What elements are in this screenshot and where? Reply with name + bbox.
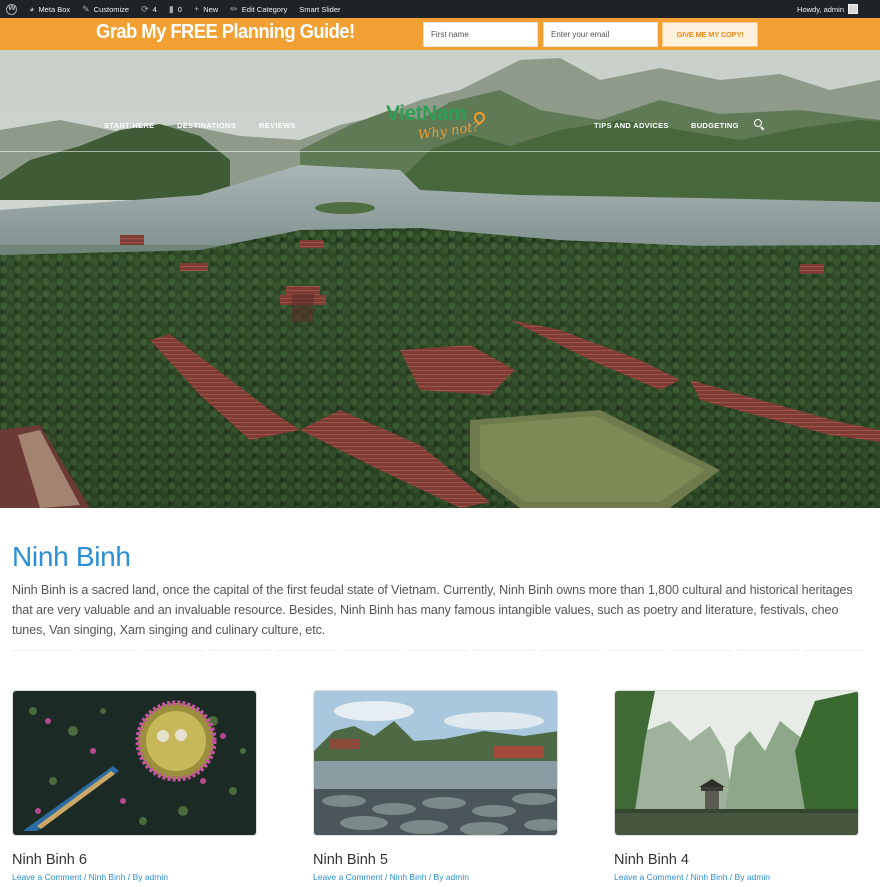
mountain-pagoda-image <box>615 691 858 835</box>
optin-bar: Grab My FREE Planning Guide! GIVE ME MY … <box>0 18 880 50</box>
nav-tips-and-advices[interactable]: TIPS AND ADVICES <box>594 121 669 130</box>
site-name-menu[interactable]: ◕ Meta Box <box>23 0 76 18</box>
smart-slider-label: Smart Slider <box>299 4 341 14</box>
category-title: Ninh Binh <box>12 541 131 572</box>
customize-link[interactable]: ✎ Customize <box>76 0 135 18</box>
comments-count: 0 <box>177 4 182 14</box>
category-link[interactable]: Ninh Binh <box>691 872 728 882</box>
nav-start-here[interactable]: START HERE <box>104 121 154 130</box>
category-link[interactable]: Ninh Binh <box>390 872 427 882</box>
optin-title: Grab My FREE Planning Guide! <box>96 21 355 43</box>
plus-icon: + <box>193 3 200 14</box>
boats-river-image <box>314 691 557 835</box>
hero-image: START HERE DESTINATIONS REVIEWS TIPS AND… <box>0 50 880 508</box>
edit-category-label: Edit Category <box>241 4 288 14</box>
howdy-label: Howdy, admin <box>797 4 844 14</box>
category-description: Ninh Binh is a sacred land, once the cap… <box>12 583 853 637</box>
post-title[interactable]: Ninh Binh 4 <box>614 852 859 868</box>
customize-label: Customize <box>93 4 130 14</box>
category-link[interactable]: Ninh Binh <box>89 872 126 882</box>
edit-category-link[interactable]: ✏ Edit Category <box>224 0 293 18</box>
new-label: New <box>203 4 219 14</box>
post-thumbnail[interactable] <box>614 690 859 836</box>
wp-admin-bar: ◕ Meta Box ✎ Customize ⟳ 4 ▮ 0 + New ✏ E… <box>0 0 880 18</box>
post-thumbnail[interactable] <box>12 690 257 836</box>
author-link[interactable]: admin <box>747 872 770 882</box>
updates-icon: ⟳ <box>141 3 149 14</box>
comment-icon: ▮ <box>168 3 174 14</box>
by-label: By <box>734 872 745 882</box>
leave-comment-link[interactable]: Leave a Comment <box>313 872 382 882</box>
site-name-label: Meta Box <box>38 4 71 14</box>
avatar <box>848 4 858 14</box>
author-link[interactable]: admin <box>145 872 168 882</box>
nav-destinations[interactable]: DESTINATIONS <box>177 121 236 130</box>
post-card: Ninh Binh 6 Leave a Comment / Ninh Binh … <box>12 690 257 882</box>
comments-link[interactable]: ▮ 0 <box>163 0 188 18</box>
by-label: By <box>132 872 143 882</box>
get-copy-button[interactable]: GIVE ME MY COPY! <box>662 22 758 47</box>
wp-logo-menu[interactable] <box>0 0 23 18</box>
post-meta: Leave a Comment / Ninh Binh / By admin <box>313 872 469 882</box>
nav-reviews[interactable]: REVIEWS <box>259 121 296 130</box>
updates-link[interactable]: ⟳ 4 <box>135 0 163 18</box>
post-meta: Leave a Comment / Ninh Binh / By admin <box>614 872 770 882</box>
updates-count: 4 <box>152 4 157 14</box>
smart-slider-menu[interactable]: Smart Slider <box>293 0 346 18</box>
by-label: By <box>433 872 444 882</box>
nav-budgeting[interactable]: BUDGETING <box>691 121 739 130</box>
new-content-menu[interactable]: + New <box>188 0 224 18</box>
leave-comment-link[interactable]: Leave a Comment <box>614 872 683 882</box>
section-divider <box>12 650 870 651</box>
my-account-menu[interactable]: Howdy, admin <box>797 0 858 18</box>
lotus-boat-image <box>13 691 256 835</box>
post-card: Ninh Binh 4 Leave a Comment / Ninh Binh … <box>614 690 859 882</box>
brush-icon: ✎ <box>82 3 90 14</box>
wordpress-icon <box>6 3 17 15</box>
leave-comment-link[interactable]: Leave a Comment <box>12 872 81 882</box>
search-icon[interactable] <box>754 119 762 127</box>
pencil-icon: ✏ <box>230 3 238 14</box>
author-link[interactable]: admin <box>446 872 469 882</box>
dashboard-icon: ◕ <box>29 3 35 14</box>
email-input[interactable] <box>543 22 658 47</box>
post-meta: Leave a Comment / Ninh Binh / By admin <box>12 872 168 882</box>
post-card: Ninh Binh 5 Leave a Comment / Ninh Binh … <box>313 690 558 882</box>
first-name-input[interactable] <box>423 22 538 47</box>
post-title[interactable]: Ninh Binh 6 <box>12 852 257 868</box>
post-title[interactable]: Ninh Binh 5 <box>313 852 558 868</box>
post-thumbnail[interactable] <box>313 690 558 836</box>
nav-divider <box>0 151 880 152</box>
